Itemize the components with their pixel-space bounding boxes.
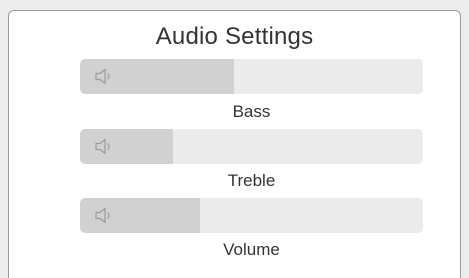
volume-slider[interactable] <box>80 198 423 233</box>
speaker-icon <box>95 68 110 85</box>
treble-slider[interactable] <box>80 129 423 164</box>
treble-label: Treble <box>227 171 276 190</box>
bass-label: Bass <box>232 102 271 121</box>
speaker-icon <box>95 207 110 224</box>
bass-slider[interactable] <box>80 59 423 94</box>
audio-settings-panel: Audio Settings Bass Treble Volume <box>8 10 461 278</box>
speaker-icon <box>95 138 110 155</box>
volume-label: Volume <box>223 240 280 259</box>
page-title: Audio Settings <box>155 23 314 50</box>
